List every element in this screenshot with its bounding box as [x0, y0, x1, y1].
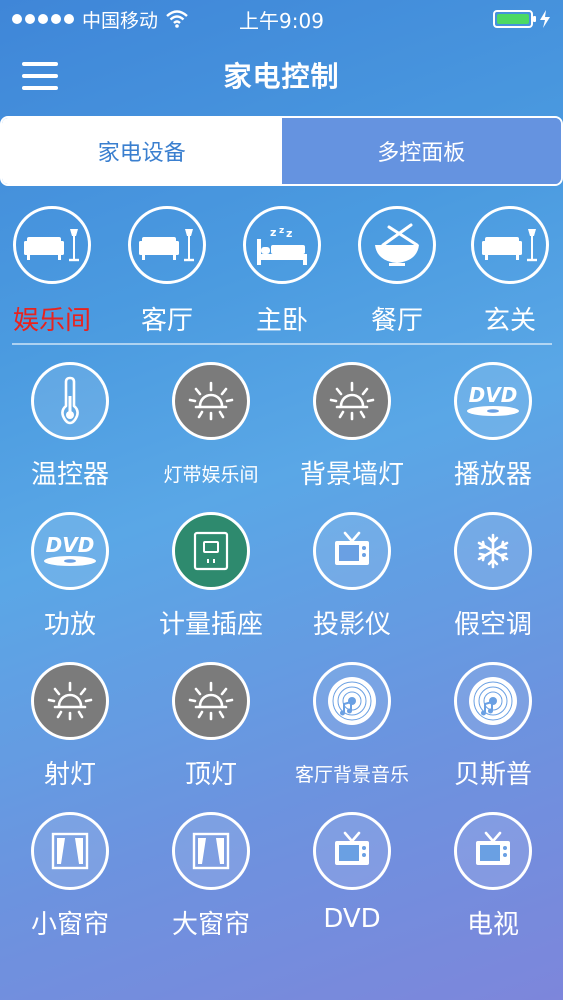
page-title: 家电控制 — [223, 60, 340, 93]
device-label: 大窗帘 — [171, 910, 250, 940]
device-label: 顶灯 — [184, 760, 237, 790]
room-label: 客厅 — [140, 306, 193, 336]
device-item[interactable]: 背景墙灯 — [282, 362, 422, 491]
room-item[interactable]: 玄关 — [455, 206, 563, 337]
device-item[interactable]: 顶灯 — [141, 662, 281, 791]
svg-text:DVD: DVD — [469, 383, 518, 407]
room-label: 玄关 — [483, 306, 536, 336]
status-time: 上午9:09 — [239, 8, 324, 33]
curtain-icon — [31, 812, 109, 890]
sofa-icon — [13, 206, 91, 284]
device-item[interactable]: 贝斯普 — [423, 662, 563, 791]
svg-text:z: z — [286, 227, 292, 240]
device-item[interactable]: DVD 播放器 — [423, 362, 563, 491]
snowflake-icon — [454, 512, 532, 590]
device-label: 电视 — [466, 910, 519, 940]
device-label: 射灯 — [43, 760, 96, 790]
light-icon — [172, 662, 250, 740]
tab-appliances[interactable]: 家电设备 — [2, 118, 282, 184]
device-item[interactable]: 客厅背景音乐 — [282, 662, 422, 787]
svg-text:z: z — [279, 226, 284, 236]
device-item[interactable]: DVD — [282, 812, 422, 934]
light-icon — [172, 362, 250, 440]
dvd-icon: DVD — [454, 362, 532, 440]
device-label: 客厅背景音乐 — [294, 764, 409, 786]
sofa-icon — [128, 206, 206, 284]
dining-icon — [358, 206, 436, 284]
device-label: 播放器 — [453, 460, 532, 490]
svg-text:DVD: DVD — [46, 533, 95, 557]
device-item[interactable]: 小窗帘 — [0, 812, 140, 941]
tv-icon — [454, 812, 532, 890]
tv-icon — [313, 812, 391, 890]
sofa-icon — [471, 206, 549, 284]
device-item[interactable]: DVD 功放 — [0, 512, 140, 641]
device-item[interactable]: 温控器 — [0, 362, 140, 491]
device-item[interactable]: 投影仪 — [282, 512, 422, 641]
device-label: 温控器 — [30, 460, 109, 490]
segmented-tabs: 家电设备 多控面板 — [0, 116, 563, 186]
device-label: 贝斯普 — [453, 760, 532, 790]
tab-multi-panel[interactable]: 多控面板 — [281, 118, 561, 184]
light-icon — [313, 362, 391, 440]
divider — [12, 343, 552, 345]
device-label: 背景墙灯 — [299, 460, 404, 490]
room-item[interactable]: 娱乐间 — [0, 206, 107, 337]
device-item[interactable]: 射灯 — [0, 662, 140, 791]
socket-icon — [172, 512, 250, 590]
nav-bar: 家电控制 — [0, 40, 563, 110]
room-selector: 娱乐间 客厅 z z z 主卧 餐厅 玄关 — [0, 206, 563, 338]
device-label: DVD — [323, 904, 381, 934]
thermometer-icon — [31, 362, 109, 440]
dvd-icon: DVD — [31, 512, 109, 590]
device-label: 小窗帘 — [30, 910, 109, 940]
device-item[interactable]: 计量插座 — [141, 512, 281, 641]
curtain-icon — [172, 812, 250, 890]
device-label: 灯带娱乐间 — [163, 464, 259, 486]
status-bar: 中国移动 上午9:09 — [0, 0, 563, 38]
svg-text:z: z — [270, 226, 276, 239]
room-label: 娱乐间 — [12, 306, 91, 336]
device-item[interactable]: 大窗帘 — [141, 812, 281, 941]
device-label: 假空调 — [453, 610, 532, 640]
room-label: 餐厅 — [370, 306, 423, 336]
music-disc-icon — [313, 662, 391, 740]
music-disc-icon — [454, 662, 532, 740]
room-label: 主卧 — [255, 306, 308, 336]
room-item[interactable]: z z z 主卧 — [227, 206, 337, 337]
light-icon — [31, 662, 109, 740]
device-label: 功放 — [43, 610, 96, 640]
room-item[interactable]: 客厅 — [112, 206, 222, 337]
device-item[interactable]: 假空调 — [423, 512, 563, 641]
device-item[interactable]: 电视 — [423, 812, 563, 941]
battery-icon — [493, 10, 536, 28]
room-item[interactable]: 餐厅 — [342, 206, 452, 337]
tv-icon — [313, 512, 391, 590]
bed-icon: z z z — [243, 206, 321, 284]
menu-icon[interactable] — [22, 62, 58, 90]
device-label: 计量插座 — [158, 610, 263, 640]
device-item[interactable]: 灯带娱乐间 — [141, 362, 281, 487]
device-label: 投影仪 — [312, 610, 391, 640]
